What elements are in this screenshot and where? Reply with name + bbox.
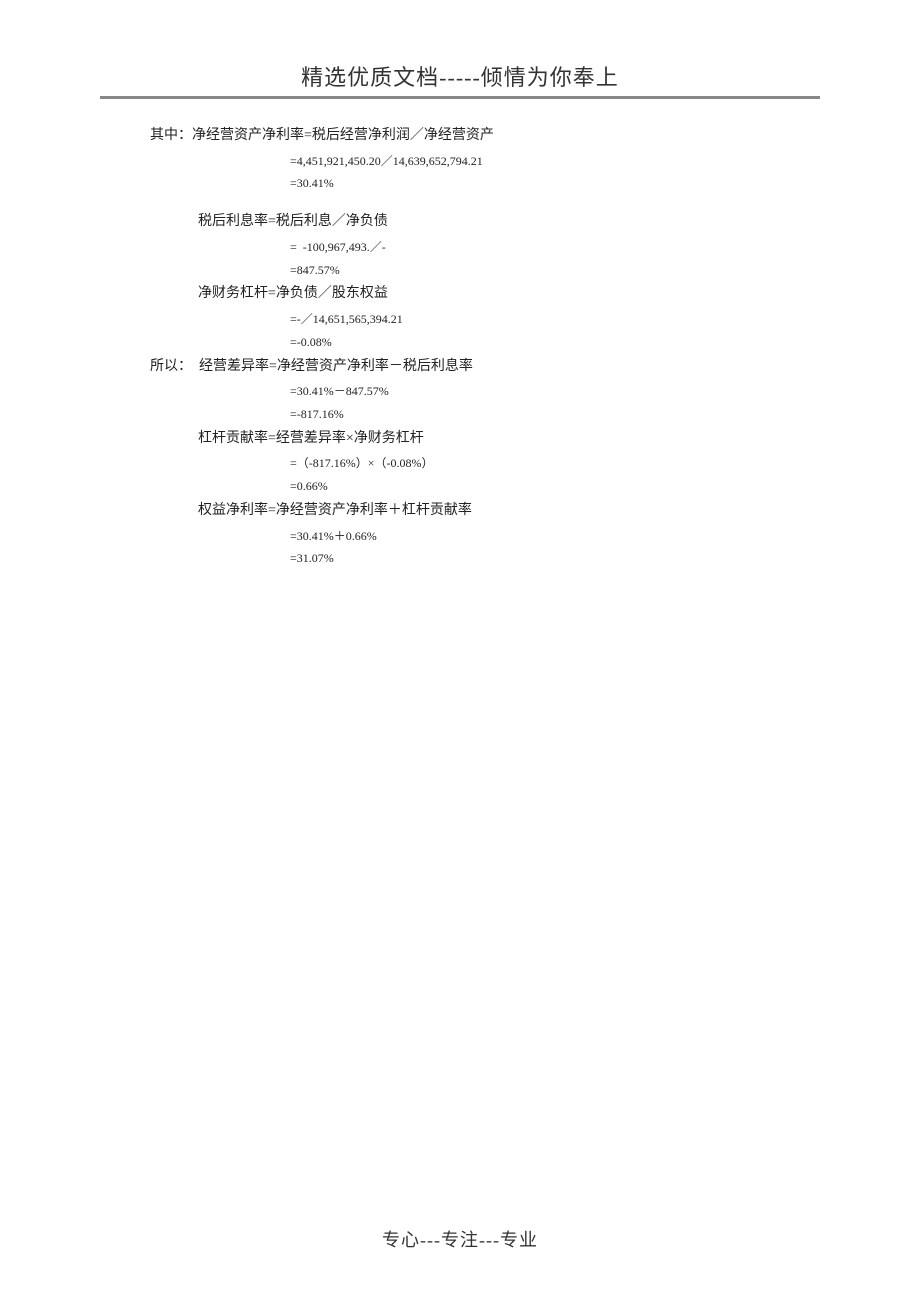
text-line: 税后利息率=税后利息／净负债: [150, 209, 820, 236]
text-line: 其中：净经营资产净利率=税后经营净利润／净经营资产: [150, 123, 820, 150]
text-line: 杠杆贡献率=经营差异率×净财务杠杆: [150, 426, 820, 453]
text-line: =4,451,921,450.20／14,639,652,794.21: [150, 150, 820, 173]
text-line: 净财务杠杆=净负债／股东权益: [150, 281, 820, 308]
text-line: =-0.08%: [150, 331, 820, 354]
document-body: 其中：净经营资产净利率=税后经营净利润／净经营资产=4,451,921,450.…: [100, 123, 820, 570]
text-line: =0.66%: [150, 475, 820, 498]
text-line: =30.41%: [150, 172, 820, 195]
header-rule: [100, 96, 820, 99]
text-line: =847.57%: [150, 259, 820, 282]
text-line: =30.41%＋0.66%: [150, 525, 820, 548]
text-line: =31.07%: [150, 547, 820, 570]
text-line: 所以： 经营差异率=净经营资产净利率－税后利息率: [150, 354, 820, 381]
blank-line: [150, 195, 820, 209]
text-line: =-817.16%: [150, 403, 820, 426]
text-line: =30.41%－847.57%: [150, 380, 820, 403]
text-line: =（-817.16%）×（-0.08%）: [150, 452, 820, 475]
page-footer: 专心---专注---专业: [0, 1226, 920, 1252]
page-header: 精选优质文档-----倾情为你奉上: [100, 60, 820, 92]
document-page: 精选优质文档-----倾情为你奉上 其中：净经营资产净利率=税后经营净利润／净经…: [0, 0, 920, 1302]
text-line: 权益净利率=净经营资产净利率＋杠杆贡献率: [150, 498, 820, 525]
text-line: =-／14,651,565,394.21: [150, 308, 820, 331]
text-line: = -100,967,493.／-: [150, 236, 820, 259]
